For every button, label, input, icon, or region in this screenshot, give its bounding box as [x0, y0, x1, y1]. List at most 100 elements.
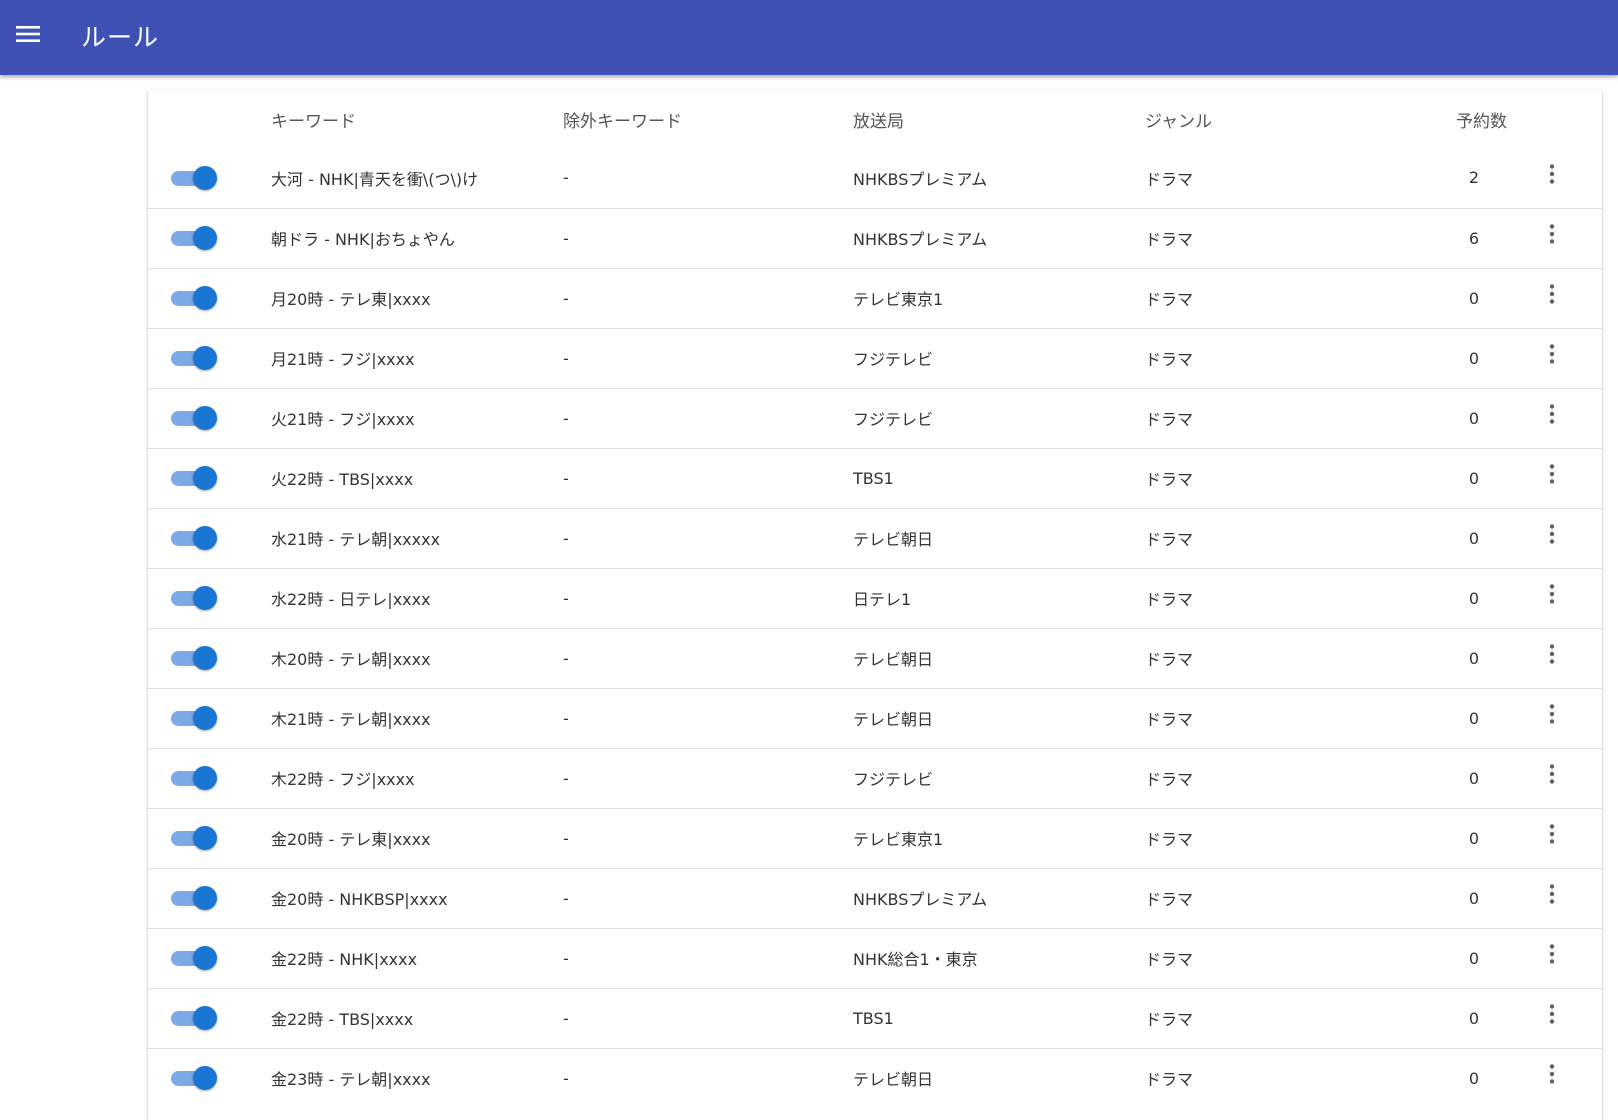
table-row: 月21時 - フジ|xxxx - フジテレビ ドラマ 0 [148, 327, 1602, 388]
station-cell: テレビ朝日 [853, 627, 1145, 688]
row-menu-button[interactable] [1540, 584, 1564, 620]
reservation-count-cell: 0 [1397, 687, 1517, 748]
rule-enabled-toggle[interactable] [171, 226, 217, 250]
actions-cell [1517, 567, 1602, 628]
exclude-keyword-cell: - [563, 387, 853, 448]
actions-cell [1517, 927, 1602, 988]
exclude-keyword-cell: - [563, 567, 853, 628]
genre-cell: ドラマ [1145, 327, 1397, 388]
exclude-keyword-cell: - [563, 267, 853, 328]
keyword-cell: 火21時 - フジ|xxxx [271, 387, 563, 448]
row-menu-button[interactable] [1540, 404, 1564, 440]
keyword-cell: 木21時 - テレ朝|xxxx [271, 687, 563, 748]
rule-enabled-toggle[interactable] [171, 165, 217, 190]
rule-enabled-toggle[interactable] [171, 646, 217, 670]
header-exclude-keyword: 除外キーワード [563, 111, 682, 132]
genre-cell: ドラマ [1145, 747, 1397, 808]
keyword-cell: 月21時 - フジ|xxxx [271, 327, 563, 388]
menu-button[interactable] [10, 14, 46, 58]
rule-enabled-toggle[interactable] [171, 826, 217, 850]
toggle-cell [148, 747, 271, 808]
toggle-thumb [193, 466, 217, 490]
header-station: 放送局 [853, 111, 904, 132]
actions-cell [1517, 148, 1602, 208]
rule-enabled-toggle[interactable] [171, 526, 217, 550]
header-toggle [148, 90, 271, 148]
row-menu-button[interactable] [1540, 884, 1564, 920]
rule-enabled-toggle[interactable] [171, 466, 217, 490]
rule-enabled-toggle[interactable] [171, 1006, 217, 1030]
row-menu-button[interactable] [1540, 284, 1564, 320]
more-vert-icon [1549, 884, 1555, 904]
genre-cell: ドラマ [1145, 627, 1397, 688]
table-row: 金22時 - TBS|xxxx - TBS1 ドラマ 0 [148, 987, 1602, 1048]
app-bar: ルール [0, 0, 1618, 75]
rule-enabled-toggle[interactable] [171, 706, 217, 730]
table-row: 水22時 - 日テレ|xxxx - 日テレ1 ドラマ 0 [148, 567, 1602, 628]
rule-enabled-toggle[interactable] [171, 346, 217, 370]
rule-enabled-toggle[interactable] [171, 406, 217, 430]
exclude-keyword-cell: - [563, 1047, 853, 1108]
reservation-count-cell: 0 [1397, 387, 1517, 448]
rule-enabled-toggle[interactable] [171, 1066, 217, 1091]
row-menu-button[interactable] [1540, 224, 1564, 260]
exclude-keyword-cell: - [563, 207, 853, 268]
keyword-cell: 金20時 - テレ東|xxxx [271, 807, 563, 868]
toggle-cell [148, 627, 271, 688]
row-menu-button[interactable] [1540, 464, 1564, 500]
table-row: 金23時 - テレ朝|xxxx - テレビ朝日 ドラマ 0 [148, 1047, 1602, 1108]
station-cell: NHK総合1・東京 [853, 927, 1145, 988]
rule-enabled-toggle[interactable] [171, 946, 217, 970]
station-cell: TBS1 [853, 987, 1145, 1048]
header-actions [1517, 90, 1602, 148]
station-cell: フジテレビ [853, 327, 1145, 388]
keyword-cell: 木20時 - テレ朝|xxxx [271, 627, 563, 688]
table-row: 月20時 - テレ東|xxxx - テレビ東京1 ドラマ 0 [148, 267, 1602, 328]
keyword-cell: 金22時 - TBS|xxxx [271, 987, 563, 1048]
table-row: 木22時 - フジ|xxxx - フジテレビ ドラマ 0 [148, 747, 1602, 808]
rule-enabled-toggle[interactable] [171, 886, 217, 910]
genre-cell: ドラマ [1145, 447, 1397, 508]
toggle-thumb [193, 646, 217, 670]
actions-cell [1517, 267, 1602, 328]
row-menu-button[interactable] [1540, 164, 1564, 200]
header-genre: ジャンル [1145, 111, 1213, 132]
more-vert-icon [1549, 464, 1555, 484]
exclude-keyword-cell: - [563, 807, 853, 868]
row-menu-button[interactable] [1540, 1004, 1564, 1040]
row-menu-button[interactable] [1540, 824, 1564, 860]
keyword-cell: 金22時 - NHK|xxxx [271, 927, 563, 988]
station-cell: TBS1 [853, 447, 1145, 508]
row-menu-button[interactable] [1540, 764, 1564, 800]
more-vert-icon [1549, 584, 1555, 604]
reservation-count-cell: 0 [1397, 927, 1517, 988]
row-menu-button[interactable] [1540, 704, 1564, 740]
rule-enabled-toggle[interactable] [171, 766, 217, 790]
row-menu-button[interactable] [1540, 344, 1564, 380]
toggle-thumb [193, 526, 217, 550]
toggle-cell [148, 687, 271, 748]
more-vert-icon [1549, 764, 1555, 784]
rule-enabled-toggle[interactable] [171, 286, 217, 310]
row-menu-button[interactable] [1540, 644, 1564, 680]
row-menu-button[interactable] [1540, 524, 1564, 560]
actions-cell [1517, 327, 1602, 388]
more-vert-icon [1549, 284, 1555, 304]
rule-enabled-toggle[interactable] [171, 586, 217, 610]
genre-cell: ドラマ [1145, 267, 1397, 328]
row-menu-button[interactable] [1540, 944, 1564, 980]
station-cell: NHKBSプレミアム [853, 169, 988, 189]
more-vert-icon [1549, 164, 1555, 184]
toggle-thumb [193, 886, 217, 910]
station-cell: フジテレビ [853, 747, 1145, 808]
keyword-cell: 金20時 - NHKBSP|xxxx [271, 867, 563, 928]
actions-cell [1517, 807, 1602, 868]
genre-cell: ドラマ [1145, 387, 1397, 448]
reservation-count-cell: 0 [1397, 567, 1517, 628]
page-title: ルール [81, 23, 160, 52]
keyword-cell: 金23時 - テレ朝|xxxx [271, 1047, 563, 1108]
row-menu-button[interactable] [1540, 1064, 1564, 1100]
toggle-thumb [193, 346, 217, 370]
table-row: 金20時 - NHKBSP|xxxx - NHKBSプレミアム ドラマ 0 [148, 867, 1602, 928]
reservation-count-cell: 0 [1397, 447, 1517, 508]
